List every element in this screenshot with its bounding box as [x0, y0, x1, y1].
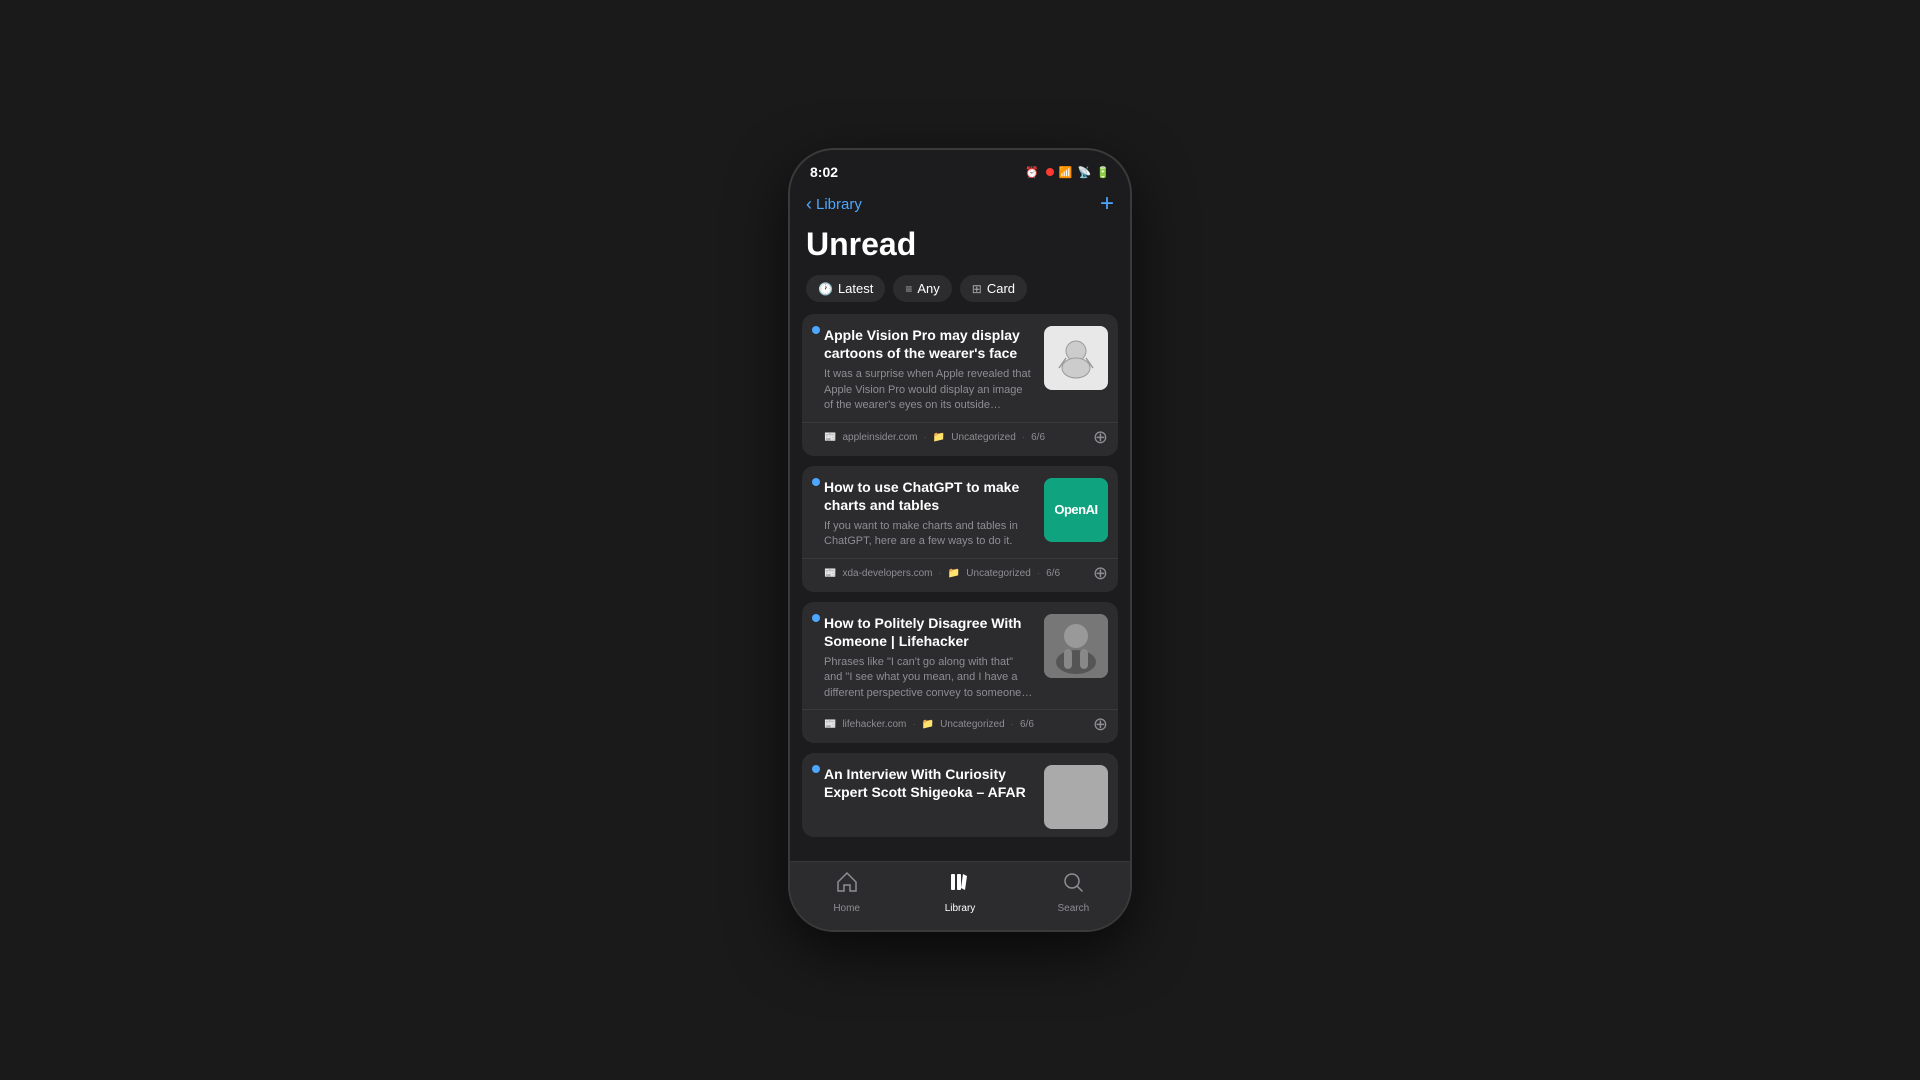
filter-bar: 🕐 Latest ≡ Any ⊞ Card [790, 275, 1130, 314]
back-button[interactable]: ‹ Library [806, 194, 862, 215]
source-icon-2: 📰 [824, 568, 836, 579]
article-text-2: How to use ChatGPT to make charts and ta… [824, 478, 1034, 550]
article-source-1: appleinsider.com [842, 432, 917, 443]
article-text-3: How to Politely Disagree With Someone | … [824, 614, 1034, 702]
article-content-4: An Interview With Curiosity Expert Scott… [802, 753, 1118, 837]
folder-icon-1: 📁 [933, 432, 945, 443]
article-meta-2: 📰 xda-developers.com · 📁 Uncategorized ·… [802, 558, 1118, 592]
article-date-1: 6/6 [1031, 432, 1045, 443]
article-excerpt-3: Phrases like "I can't go along with that… [824, 655, 1034, 701]
article-text-1: Apple Vision Pro may display cartoons of… [824, 326, 1034, 414]
filter-card[interactable]: ⊞ Card [960, 275, 1027, 302]
article-date-2: 6/6 [1046, 568, 1060, 579]
wifi-icon: 📡 [1078, 166, 1092, 179]
signal-icon: 📶 [1059, 166, 1073, 179]
status-bar: 8:02 ⏰ 📶 📡 🔋 [790, 150, 1130, 186]
add-button[interactable]: + [1100, 190, 1114, 218]
nav-item-search[interactable]: Search [1017, 870, 1130, 914]
page-title-section: Unread [790, 226, 1130, 275]
filter-latest[interactable]: 🕐 Latest [806, 275, 885, 302]
clock-icon: 🕐 [818, 282, 833, 296]
folder-icon-3: 📁 [922, 719, 934, 730]
nav-item-home[interactable]: Home [790, 870, 903, 914]
article-add-2[interactable]: ⊕ [1093, 563, 1108, 584]
filter-any-label: Any [917, 281, 939, 296]
source-icon-1: 📰 [824, 432, 836, 443]
alarm-icon: ⏰ [1025, 166, 1039, 179]
article-category-3: Uncategorized [940, 719, 1004, 730]
unread-dot-1 [812, 326, 820, 334]
openai-logo-text: OpenAI [1054, 502, 1097, 517]
article-card-2[interactable]: How to use ChatGPT to make charts and ta… [802, 466, 1118, 592]
grid-icon: ⊞ [972, 282, 982, 296]
article-category-1: Uncategorized [951, 432, 1015, 443]
status-icons: ⏰ 📶 📡 🔋 [1025, 166, 1110, 179]
home-icon [835, 870, 859, 900]
articles-list: Apple Vision Pro may display cartoons of… [790, 314, 1130, 861]
nav-home-label: Home [833, 903, 860, 914]
filter-icon: ≡ [905, 282, 912, 296]
notification-dot [1046, 168, 1054, 176]
article-content-1: Apple Vision Pro may display cartoons of… [802, 314, 1118, 422]
status-time: 8:02 [810, 164, 838, 180]
bottom-nav: Home Library Search [790, 861, 1130, 930]
article-content-3: How to Politely Disagree With Someone | … [802, 602, 1118, 710]
article-meta-3: 📰 lifehacker.com · 📁 Uncategorized · 6/6… [802, 709, 1118, 743]
article-meta-info-3: 📰 lifehacker.com · 📁 Uncategorized · 6/6 [824, 719, 1034, 730]
page-title: Unread [806, 226, 1114, 263]
filter-any[interactable]: ≡ Any [893, 275, 951, 302]
folder-icon-2: 📁 [948, 568, 960, 579]
article-meta-info-2: 📰 xda-developers.com · 📁 Uncategorized ·… [824, 568, 1060, 579]
article-title-1: Apple Vision Pro may display cartoons of… [824, 326, 1034, 362]
article-card-3[interactable]: How to Politely Disagree With Someone | … [802, 602, 1118, 744]
article-thumb-3 [1044, 614, 1108, 678]
library-icon [948, 870, 972, 900]
article-thumb-4 [1044, 765, 1108, 829]
back-chevron-icon: ‹ [806, 194, 812, 215]
search-icon [1061, 870, 1085, 900]
article-meta-1: 📰 appleinsider.com · 📁 Uncategorized · 6… [802, 422, 1118, 456]
article-date-3: 6/6 [1020, 719, 1034, 730]
filter-latest-label: Latest [838, 281, 873, 296]
article-title-4: An Interview With Curiosity Expert Scott… [824, 765, 1034, 801]
article-source-3: lifehacker.com [842, 719, 906, 730]
battery-icon: 🔋 [1096, 166, 1110, 179]
article-card-4[interactable]: An Interview With Curiosity Expert Scott… [802, 753, 1118, 837]
article-excerpt-1: It was a surprise when Apple revealed th… [824, 367, 1034, 413]
nav-header: ‹ Library + [790, 186, 1130, 226]
article-card-1[interactable]: Apple Vision Pro may display cartoons of… [802, 314, 1118, 456]
article-source-2: xda-developers.com [842, 568, 932, 579]
source-icon-3: 📰 [824, 719, 836, 730]
unread-dot-2 [812, 478, 820, 486]
article-meta-info-1: 📰 appleinsider.com · 📁 Uncategorized · 6… [824, 432, 1045, 443]
article-text-4: An Interview With Curiosity Expert Scott… [824, 765, 1034, 829]
article-thumb-2: OpenAI [1044, 478, 1108, 542]
phone-frame: 8:02 ⏰ 📶 📡 🔋 ‹ Library + Unread 🕐 Latest… [790, 150, 1130, 930]
article-thumb-1 [1044, 326, 1108, 390]
unread-dot-3 [812, 614, 820, 622]
nav-search-label: Search [1057, 903, 1089, 914]
article-add-3[interactable]: ⊕ [1093, 714, 1108, 735]
article-content-2: How to use ChatGPT to make charts and ta… [802, 466, 1118, 558]
nav-library-label: Library [945, 903, 976, 914]
nav-item-library[interactable]: Library [903, 870, 1016, 914]
back-label: Library [816, 196, 862, 213]
article-excerpt-2: If you want to make charts and tables in… [824, 519, 1034, 550]
article-category-2: Uncategorized [966, 568, 1030, 579]
article-add-1[interactable]: ⊕ [1093, 427, 1108, 448]
article-title-3: How to Politely Disagree With Someone | … [824, 614, 1034, 650]
article-title-2: How to use ChatGPT to make charts and ta… [824, 478, 1034, 514]
filter-card-label: Card [987, 281, 1015, 296]
